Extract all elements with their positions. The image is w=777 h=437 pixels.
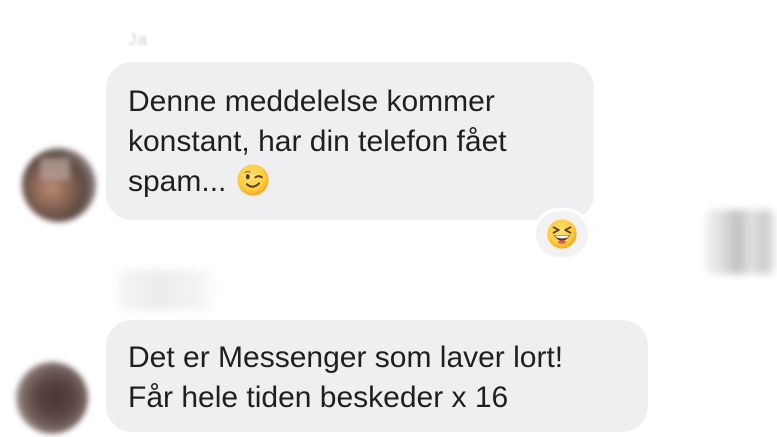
message-line: spam... — [128, 162, 578, 202]
winking-face-emoji-icon — [237, 164, 269, 196]
chat-thread: Ja Denne meddelelse kommer konstant, har… — [0, 0, 777, 437]
message-reaction[interactable] — [536, 211, 588, 257]
message-text: Denne meddelelse kommer konstant, har di… — [128, 82, 578, 202]
message-text: Det er Messenger som laver lort! Får hel… — [128, 338, 638, 418]
message-line: Får hele tiden beskeder x 16 — [128, 381, 509, 414]
message-line: Det er Messenger som laver lort! — [128, 341, 564, 374]
message-line-text: spam... — [128, 165, 227, 198]
avatar — [706, 210, 776, 274]
message-line: konstant, har din telefon fået — [128, 125, 507, 158]
blurred-content — [118, 270, 218, 310]
message-bubble[interactable]: Det er Messenger som laver lort! Får hel… — [106, 320, 648, 432]
grinning-squinting-face-emoji-icon — [547, 219, 577, 249]
message-line: Denne meddelelse kommer — [128, 85, 495, 118]
avatar[interactable] — [22, 148, 96, 222]
sender-name: Ja — [128, 30, 148, 49]
avatar[interactable] — [16, 362, 88, 434]
message-bubble[interactable]: Denne meddelelse kommer konstant, har di… — [106, 62, 594, 220]
